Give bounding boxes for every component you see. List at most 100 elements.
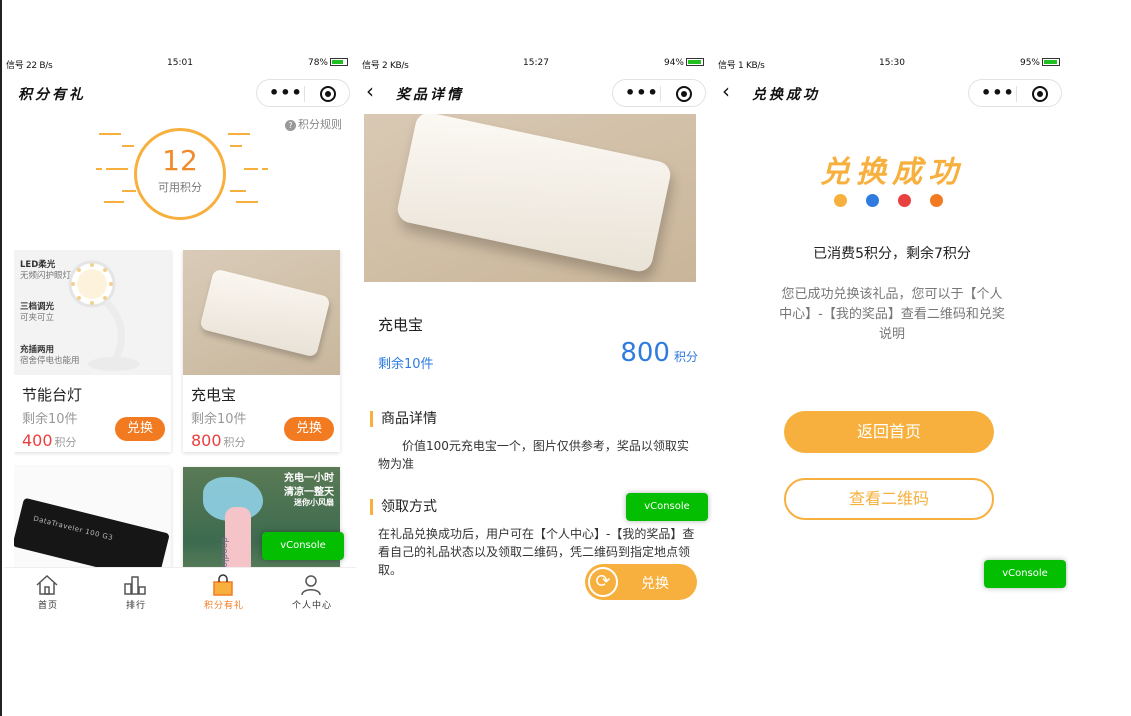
vconsole-button[interactable]: vConsole [984,560,1066,588]
nav-bar: ‹ 兑换成功 ••• [716,77,1068,109]
lamp-image: LED柔光 无频闪护眼灯 三档调光 可夹可立 充插两用 宿舍停电也能用 [14,250,171,375]
success-heading: 兑换成功 [820,155,964,190]
product-image [364,114,696,282]
redeem-button[interactable]: ⟳ 兑换 [585,564,697,600]
product-name: 充电宝 [378,316,424,334]
decor-dot [834,194,847,207]
help-icon: ? [285,120,296,131]
decor-dash [104,201,124,203]
more-icon[interactable]: ••• [625,83,659,102]
tab-bar: 首页 排行 积分有礼 个人中心 [4,567,356,615]
decor-dash [228,133,250,135]
decor-dash [236,201,258,203]
home-icon [36,574,58,595]
gift-name: 节能台灯 [22,386,83,404]
close-mini-program-icon[interactable] [676,86,692,102]
clock: 15:27 [523,58,549,68]
battery-percent: 94% [663,58,684,68]
gift-name: 充电宝 [191,386,237,404]
vconsole-button[interactable]: vConsole [262,532,344,560]
network-speed: 信号 2 KB/s [362,61,409,71]
redeem-button[interactable]: 兑换 [115,417,165,441]
fan-brand: doodle [219,537,229,568]
more-icon[interactable]: ••• [981,83,1015,102]
battery-indicator: 95% [1020,58,1060,68]
gift-stock: 剩余10件 [22,412,78,427]
decor-dash [96,168,102,170]
gift-card-powerbank[interactable]: 充电宝 剩余10件 800 积分 兑换 [183,250,340,452]
battery-percent: 95% [1019,58,1040,68]
window-edge [0,0,2,716]
available-points-circle: 12 可用积分 [134,128,226,220]
gift-detail-screen: 信号 2 KB/s 15:27 94% ‹ 奖品详情 ••• 充电宝 剩余10件… [360,55,712,615]
clock: 15:01 [167,58,193,68]
powerbank-shape [395,114,673,274]
tab-ranking[interactable]: 排行 [92,568,180,615]
gift-price: 400 积分 [22,431,77,450]
usb-drive-shape: DataTraveler 100 G3 [14,497,170,570]
mini-program-capsule: ••• [612,79,706,107]
fan-text: 迷你小风扇 [294,498,334,507]
battery-fill [688,60,702,64]
status-bar: 信号 22 B/s 15:01 78% [4,58,356,72]
vconsole-button[interactable]: vConsole [626,493,708,521]
back-home-button[interactable]: 返回首页 [784,411,994,453]
view-qr-code-button[interactable]: 查看二维码 [784,478,994,520]
decor-dash [99,133,121,135]
battery-percent: 78% [307,58,328,68]
gift-card-usb[interactable]: DataTraveler 100 G3 [14,467,171,570]
powerbank-shape [199,268,331,358]
section-body-details: 价值100元充电宝一个，图片仅供参考，奖品以领取实物为准 [378,439,689,471]
tab-label: 首页 [37,601,58,611]
points-consumed-text: 已消费5积分，剩余7积分 [813,246,971,262]
section-title-claim: 领取方式 [370,499,437,515]
decor-dash [230,190,246,192]
product-price-value: 800 [620,338,670,368]
points-label: 可用积分 [158,181,202,194]
decor-dash [230,145,242,147]
success-description: 您已成功兑换该礼品，您可以于【个人中心】-【我的奖品】查看二维码和兑奖说明 [779,287,1005,342]
points-rules-link[interactable]: ? 积分规则 [285,116,342,132]
gift-price-unit: 积分 [54,436,77,449]
battery-icon [1042,58,1060,66]
redeem-button[interactable]: 兑换 [284,417,334,441]
decor-dots [834,194,954,208]
battery-fill [1044,60,1058,64]
gift-stock: 剩余10件 [191,412,247,427]
gift-bag-icon [213,574,233,596]
network-speed: 信号 1 KB/s [718,61,765,71]
gift-card-lamp[interactable]: LED柔光 无频闪护眼灯 三档调光 可夹可立 充插两用 宿舍停电也能用 节能台灯… [14,250,171,452]
capsule-divider [304,86,305,102]
decor-dash [244,168,258,170]
gift-grid: LED柔光 无频闪护眼灯 三档调光 可夹可立 充插两用 宿舍停电也能用 节能台灯… [14,250,344,570]
usb-label: DataTraveler 100 G3 [32,514,114,543]
decor-dot [930,194,943,207]
tab-points-gift[interactable]: 积分有礼 [180,568,268,615]
back-arrow-icon[interactable]: ‹ [366,81,374,101]
page-title: 奖品详情 [396,87,464,103]
lamp-text: 无频闪护眼灯 [20,271,72,281]
tab-profile[interactable]: 个人中心 [268,568,356,615]
product-price: 800 积分 [620,338,698,368]
gift-price-unit: 积分 [223,436,246,449]
decor-dash [106,168,128,170]
tab-home[interactable]: 首页 [4,568,92,615]
close-mini-program-icon[interactable] [1032,86,1048,102]
back-arrow-icon[interactable]: ‹ [722,81,730,101]
points-gift-screen: 信号 22 B/s 15:01 78% 积分有礼 ••• ? 积分规则 12 可用… [4,55,356,615]
tab-label: 个人中心 [291,601,332,611]
points-value: 12 [162,144,198,177]
mini-program-capsule: ••• [256,79,350,107]
gift-price-value: 800 [191,431,222,450]
gift-price-value: 400 [22,431,53,450]
tab-label: 积分有礼 [203,601,244,611]
close-mini-program-icon[interactable] [320,86,336,102]
battery-icon [686,58,704,66]
capsule-divider [660,86,661,102]
battery-icon [330,58,348,66]
exchange-icon: ⟳ [588,567,618,597]
redeem-success-screen: 信号 1 KB/s 15:30 95% ‹ 兑换成功 ••• 兑换成功 已消费5… [716,55,1068,615]
more-icon[interactable]: ••• [269,83,303,102]
status-bar: 信号 1 KB/s 15:30 95% [716,58,1068,72]
nav-bar: ‹ 奖品详情 ••• [360,77,712,109]
